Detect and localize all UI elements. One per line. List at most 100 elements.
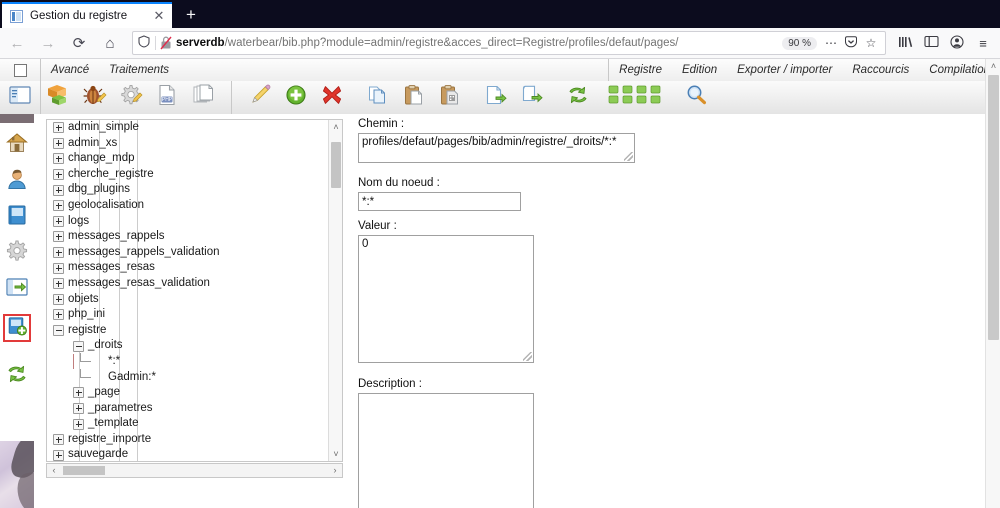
tree-node[interactable]: change_mdp [47,151,328,167]
menu-item-registre[interactable]: Registre [609,59,672,81]
tree-node[interactable]: geolocalisation [47,198,328,214]
address-bar[interactable]: serverdb/waterbear/bib.php?module=admin/… [132,31,886,55]
expand-icon[interactable] [53,184,64,196]
registry-tree[interactable]: admin_simple admin_xs change_mdp cherche_re… [47,120,328,461]
modules-button[interactable] [41,82,77,114]
tree-node[interactable]: cherche_registre [47,167,328,183]
menu-item-avance[interactable]: Avancé [41,59,99,81]
expand-icon[interactable] [53,293,64,305]
tree-node[interactable]: _parametres [47,401,328,417]
scroll-up-arrow[interactable]: ˄ [329,120,342,134]
expand-icon[interactable] [53,278,64,290]
pages-button[interactable] [185,82,221,114]
expand-icon[interactable] [53,169,64,181]
bookmark-star-icon[interactable]: ☆ [861,36,881,50]
sidebar-item-home[interactable] [3,131,31,159]
scroll-left-arrow[interactable]: ‹ [47,464,61,477]
tree-node[interactable]: _droits [47,338,328,354]
delete-button[interactable] [314,82,350,114]
tree-node[interactable]: dbg_plugins [47,182,328,198]
url-text[interactable]: serverdb/waterbear/bib.php?module=admin/… [176,33,782,53]
new-tab-button[interactable]: + [180,4,202,26]
sidebar-item-sync[interactable] [3,362,31,390]
shield-icon[interactable] [133,35,155,51]
edit-button[interactable] [242,82,278,114]
plugins-button[interactable] [606,82,668,114]
broken-lock-icon[interactable] [156,36,176,50]
nom-du-noeud-input[interactable] [358,192,521,211]
collapse-icon[interactable] [53,325,64,337]
tree-node[interactable]: php_ini [47,307,328,323]
sidebar-item-settings[interactable] [3,239,31,267]
expand-icon[interactable] [53,215,64,227]
tree-node[interactable]: sauvegarde [47,447,328,461]
settings-button[interactable] [113,82,149,114]
sidebar-item-user[interactable] [3,167,31,195]
scroll-right-arrow[interactable]: › [328,464,342,477]
expand-icon[interactable] [73,418,84,430]
sidebar-item-panel[interactable] [3,275,31,303]
scroll-thumb[interactable] [331,142,341,188]
page-vertical-scrollbar[interactable]: ˄ [985,59,1000,508]
tree-node[interactable]: *:* [47,352,328,370]
tree-node[interactable]: admin_simple [47,120,328,136]
tree-node[interactable]: _page [47,385,328,401]
import-button[interactable] [514,82,550,114]
tree-node[interactable]: messages_resas_validation [47,276,328,292]
page-scroll-thumb[interactable] [988,75,999,340]
expand-icon[interactable] [53,200,64,212]
page-scroll-up-arrow[interactable]: ˄ [986,59,1000,73]
expand-icon[interactable] [53,262,64,274]
paste-button[interactable] [396,82,432,114]
tree-node[interactable]: _template [47,416,328,432]
back-button[interactable]: ← [3,31,31,55]
tree-node[interactable]: objets [47,292,328,308]
expand-icon[interactable] [53,231,64,243]
sidebar-icon[interactable] [918,35,944,51]
menu-item-edition[interactable]: Edition [672,59,727,81]
search-button[interactable] [678,82,714,114]
close-icon[interactable]: ✕ [150,7,168,25]
tree-vertical-scrollbar[interactable]: ˄ ˅ [328,120,342,461]
expand-icon[interactable] [53,153,64,165]
tree-node[interactable]: messages_rappels_validation [47,245,328,261]
add-button[interactable] [278,82,314,114]
export-button[interactable] [478,82,514,114]
browser-tab[interactable]: Gestion du registre ✕ [2,2,172,28]
app-menu-icon[interactable]: ≡ [970,36,996,51]
tree-node[interactable]: messages_resas [47,260,328,276]
collapse-icon[interactable] [73,340,84,352]
debug-button[interactable] [77,82,113,114]
php-file-button[interactable]: PHP [149,82,185,114]
expand-icon[interactable] [53,309,64,321]
pocket-icon[interactable] [841,35,861,52]
expand-icon[interactable] [73,402,84,414]
reload-button[interactable]: ⟳ [65,31,93,55]
account-icon[interactable] [944,34,970,52]
menu-item-traitements[interactable]: Traitements [99,59,179,81]
paste-special-button[interactable] [432,82,468,114]
expand-icon[interactable] [53,247,64,259]
valeur-textarea[interactable]: 0 [358,235,534,363]
expand-icon[interactable] [53,434,64,446]
expand-icon[interactable] [53,449,64,461]
tree-node[interactable]: registre [47,323,328,339]
sidebar-item-book[interactable] [3,203,31,231]
tree-node[interactable]: messages_rappels [47,229,328,245]
library-icon[interactable] [892,35,918,52]
tree-node[interactable]: Gadmin:* [47,368,328,386]
expand-icon[interactable] [53,122,64,134]
forward-button[interactable]: → [34,31,62,55]
zoom-level-badge[interactable]: 90 % [782,36,817,50]
expand-icon[interactable] [53,137,64,149]
home-button[interactable]: ⌂ [96,31,124,55]
tree-node[interactable]: registre_importe [47,432,328,448]
hscroll-thumb[interactable] [63,466,105,475]
select-all-checkbox[interactable] [13,63,27,77]
sidebar-item-add-book[interactable] [3,314,31,342]
chemin-textarea[interactable]: profiles/defaut/pages/bib/admin/registre… [358,133,635,163]
refresh-button[interactable] [560,82,596,114]
description-textarea[interactable] [358,393,534,508]
tree-node[interactable]: logs [47,214,328,230]
menu-item-raccourcis[interactable]: Raccourcis [842,59,919,81]
